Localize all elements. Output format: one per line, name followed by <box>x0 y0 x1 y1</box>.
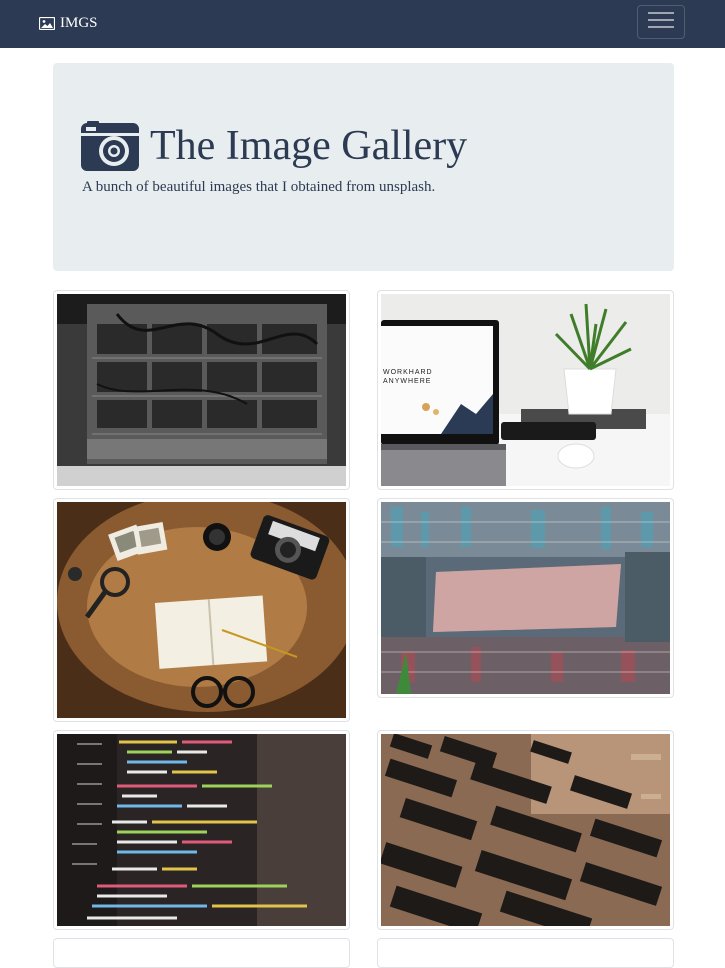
gallery-card[interactable] <box>377 498 674 698</box>
hamburger-icon <box>648 10 674 35</box>
gallery-card[interactable]: WORKHARD ANYWHERE <box>377 290 674 490</box>
page-subtitle: A bunch of beautiful images that I obtai… <box>82 179 436 195</box>
camera-icon <box>81 121 139 171</box>
code-screen-photo <box>57 734 346 926</box>
gallery-card[interactable] <box>53 290 350 490</box>
gallery-card[interactable] <box>53 498 350 722</box>
gallery-card[interactable] <box>377 730 674 930</box>
travel-camera-photo <box>57 502 346 718</box>
gallery-card[interactable] <box>53 730 350 930</box>
brand-label: IMGS <box>60 14 98 31</box>
server-rack-photo <box>57 294 346 486</box>
city-buildings-photo <box>381 502 670 694</box>
page-title-text: The Image Gallery <box>150 123 468 169</box>
circuit-board-photo <box>381 734 670 926</box>
jumbotron: The Image Gallery A bunch of beautiful i… <box>53 63 674 271</box>
page-title: The Image Gallery <box>81 120 467 172</box>
navbar: IMGS <box>0 0 725 48</box>
image-icon <box>39 16 55 30</box>
laptop-screen-text-1: WORKHARD <box>383 369 433 376</box>
laptop-screen-text-2: ANYWHERE <box>383 378 431 385</box>
navbar-brand[interactable]: IMGS <box>39 13 98 33</box>
laptop-desk-photo: WORKHARD ANYWHERE <box>381 294 670 486</box>
navbar-toggler-button[interactable] <box>637 5 685 39</box>
